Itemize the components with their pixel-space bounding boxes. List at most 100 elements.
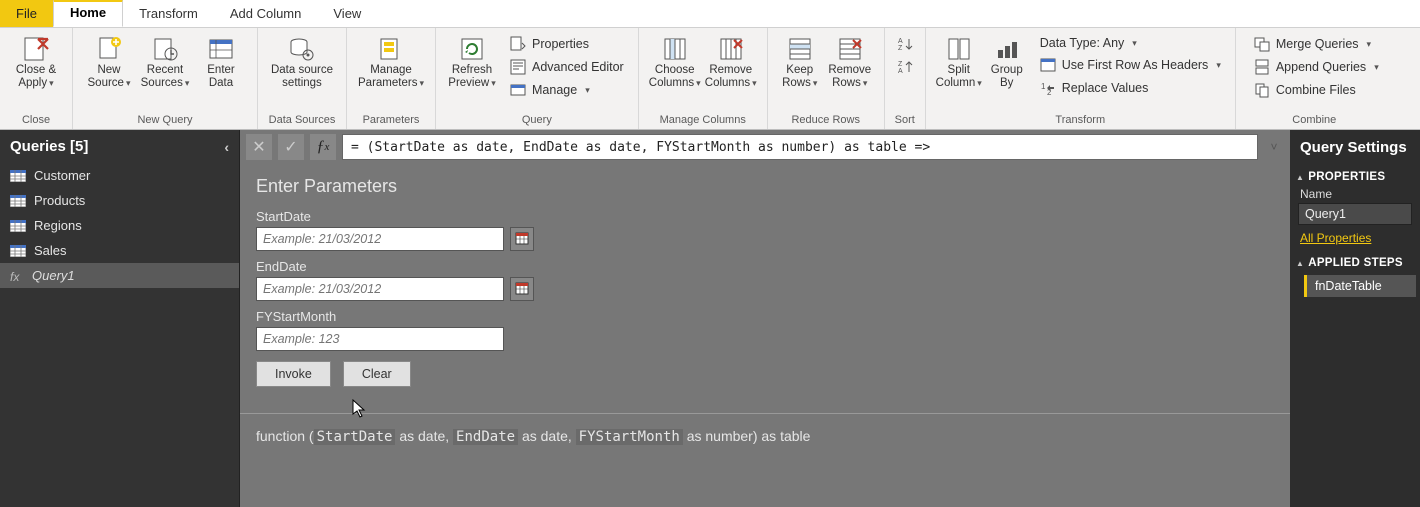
ribbon-group-sort: AZ ZA Sort <box>885 28 926 129</box>
use-first-row-headers-button[interactable]: Use First Row As Headers▾ <box>1036 55 1225 75</box>
append-queries-button[interactable]: Append Queries▾ <box>1250 57 1383 77</box>
group-by-button[interactable]: GroupBy <box>984 32 1030 90</box>
ribbon-group-manage-columns: ChooseColumns▾ RemoveColumns▾ Manage Col… <box>639 28 768 129</box>
split-column-button[interactable]: SplitColumn▾ <box>934 32 984 90</box>
ribbon-group-newquery: NewSource▾ RecentSources▾ EnterData New … <box>73 28 258 129</box>
enddate-datepicker-button[interactable] <box>510 277 534 301</box>
keep-rows-button[interactable]: KeepRows▾ <box>776 32 824 90</box>
formula-cancel-button[interactable]: ✕ <box>246 134 272 160</box>
startdate-label: StartDate <box>256 209 1274 224</box>
query-label: Products <box>34 193 85 208</box>
properties-section-header[interactable]: ▲ PROPERTIES <box>1290 165 1420 187</box>
query-label: Customer <box>34 168 90 183</box>
tab-transform[interactable]: Transform <box>123 0 214 27</box>
table-icon <box>10 170 26 182</box>
query-item-products[interactable]: Products <box>0 188 239 213</box>
query-settings-pane: Query Settings ▲ PROPERTIES Name All Pro… <box>1290 130 1420 507</box>
tab-view[interactable]: View <box>317 0 377 27</box>
data-type-button[interactable]: Data Type: Any▾ <box>1036 34 1225 52</box>
chevron-down-icon: ▲ <box>1296 173 1304 182</box>
applied-steps-section-header[interactable]: ▲ APPLIED STEPS <box>1290 251 1420 273</box>
query-item-customer[interactable]: Customer <box>0 163 239 188</box>
ribbon-group-query: RefreshPreview▾ Properties Advanced Edit… <box>436 28 639 129</box>
remove-rows-icon <box>837 36 863 62</box>
tab-file[interactable]: File <box>0 0 53 27</box>
manage-parameters-button[interactable]: ManageParameters▾ <box>355 32 427 90</box>
query-item-query1[interactable]: fx Query1 <box>0 263 239 288</box>
choose-columns-button[interactable]: ChooseColumns▾ <box>647 32 703 90</box>
properties-icon <box>510 36 526 52</box>
ribbon-group-label: New Query <box>81 112 249 129</box>
replace-values-button[interactable]: 12 Replace Values <box>1036 78 1225 98</box>
append-queries-icon <box>1254 59 1270 75</box>
remove-rows-button[interactable]: RemoveRows▾ <box>824 32 876 90</box>
collapse-queries-icon[interactable]: ‹ <box>224 139 229 155</box>
ribbon-group-label: Combine <box>1244 112 1385 129</box>
function-icon: fx <box>10 269 24 283</box>
clear-button[interactable]: Clear <box>343 361 411 387</box>
ribbon: Close &Apply▾ Close NewSource▾ RecentSou… <box>0 28 1420 130</box>
query-label: Sales <box>34 243 67 258</box>
table-icon <box>10 245 26 257</box>
svg-text:Z: Z <box>898 61 903 68</box>
formula-input[interactable] <box>342 134 1258 160</box>
ribbon-group-label: Parameters <box>355 112 427 129</box>
enter-data-button[interactable]: EnterData <box>193 32 249 90</box>
main-area: Queries [5] ‹ Customer Products Regions … <box>0 130 1420 507</box>
properties-button[interactable]: Properties <box>506 34 628 54</box>
svg-text:2: 2 <box>1047 88 1052 96</box>
tab-add-column[interactable]: Add Column <box>214 0 318 27</box>
calendar-icon <box>515 281 529 298</box>
advanced-editor-icon <box>510 59 526 75</box>
ribbon-tabs: File Home Transform Add Column View <box>0 0 1420 28</box>
tab-home[interactable]: Home <box>53 0 123 27</box>
choose-columns-icon <box>662 36 688 62</box>
fystartmonth-input[interactable] <box>256 327 504 351</box>
query-item-regions[interactable]: Regions <box>0 213 239 238</box>
sort-asc-icon: AZ <box>897 36 913 52</box>
remove-columns-button[interactable]: RemoveColumns▾ <box>703 32 759 90</box>
close-and-apply-button[interactable]: Close &Apply▾ <box>8 32 64 90</box>
enddate-label: EndDate <box>256 259 1274 274</box>
new-source-button[interactable]: NewSource▾ <box>81 32 137 90</box>
query-name-input[interactable] <box>1298 203 1412 225</box>
calendar-icon <box>515 231 529 248</box>
svg-text:Z: Z <box>898 45 903 52</box>
formula-commit-button[interactable]: ✓ <box>278 134 304 160</box>
formula-expand-button[interactable]: ˅ <box>1264 140 1284 154</box>
startdate-input[interactable] <box>256 227 504 251</box>
ribbon-group-label: Query <box>444 112 630 129</box>
enddate-input[interactable] <box>256 277 504 301</box>
all-properties-link[interactable]: All Properties <box>1290 231 1420 251</box>
manage-button[interactable]: Manage▾ <box>506 80 628 100</box>
table-icon <box>10 195 26 207</box>
ribbon-group-label: Close <box>8 112 64 129</box>
table-icon <box>10 220 26 232</box>
refresh-preview-button[interactable]: RefreshPreview▾ <box>444 32 500 90</box>
enter-data-icon <box>208 36 234 62</box>
data-source-settings-icon <box>289 36 315 62</box>
applied-step-fndatetable[interactable]: fnDateTable <box>1304 275 1416 297</box>
svg-text:A: A <box>898 38 903 45</box>
startdate-datepicker-button[interactable] <box>510 227 534 251</box>
combine-files-button[interactable]: Combine Files <box>1250 80 1383 100</box>
ribbon-group-datasources: Data sourcesettings Data Sources <box>258 28 347 129</box>
remove-columns-icon <box>718 36 744 62</box>
recent-sources-button[interactable]: RecentSources▾ <box>137 32 193 90</box>
advanced-editor-button[interactable]: Advanced Editor <box>506 57 628 77</box>
svg-text:A: A <box>898 68 903 75</box>
ribbon-group-combine: Merge Queries▾ Append Queries▾ Combine F… <box>1236 28 1393 129</box>
formula-fx-button[interactable]: ƒx <box>310 134 336 160</box>
merge-queries-button[interactable]: Merge Queries▾ <box>1250 34 1383 54</box>
refresh-icon <box>459 36 485 62</box>
sort-asc-button[interactable]: AZ <box>895 34 915 54</box>
invoke-button[interactable]: Invoke <box>256 361 331 387</box>
query-label: Query1 <box>32 268 75 283</box>
enter-parameters-panel: Enter Parameters StartDate EndDate <box>240 164 1290 405</box>
query-item-sales[interactable]: Sales <box>0 238 239 263</box>
data-source-settings-button[interactable]: Data sourcesettings <box>266 32 338 90</box>
ribbon-group-label: Sort <box>893 112 917 129</box>
close-apply-icon <box>23 36 49 62</box>
manage-icon <box>510 82 526 98</box>
sort-desc-button[interactable]: ZA <box>895 57 915 77</box>
